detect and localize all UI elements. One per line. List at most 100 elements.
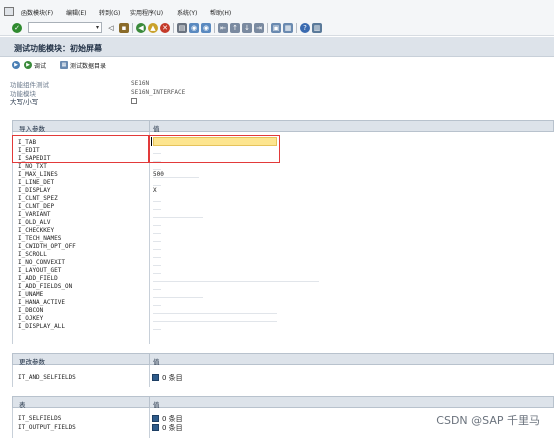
save-icon[interactable]: ▪	[119, 23, 129, 33]
param-i-add-field: I_ADD_FIELD	[18, 275, 58, 282]
menu-goto[interactable]: 转到(G)	[99, 8, 120, 17]
menu-edit[interactable]: 编辑(E)	[66, 8, 86, 17]
back-icon[interactable]: ◀	[136, 23, 146, 33]
param-i-tech-names: I_TECH_NAMES	[18, 235, 62, 242]
column-divider	[149, 365, 150, 387]
title-bar: 测试功能模块：初始屏幕	[0, 37, 554, 57]
menu-system[interactable]: 系统(Y)	[177, 8, 197, 17]
new-session-icon[interactable]: ▣	[271, 23, 281, 33]
toolbar-separator	[173, 23, 174, 33]
i-dbcon-input[interactable]	[153, 307, 277, 314]
shortcut-icon[interactable]: ▦	[283, 23, 293, 33]
param-i-scroll: I_SCROLL	[18, 251, 47, 258]
test-data-directory-button[interactable]: ▦ 测试数据目录	[60, 60, 106, 70]
application-toolbar: ▶ ▶ 调试 ▦ 测试数据目录	[0, 57, 554, 73]
param-i-line-det: I_LINE_DET	[18, 179, 55, 186]
column-divider	[149, 408, 150, 438]
i-tech-names-input[interactable]	[153, 235, 161, 242]
test-data-label: 测试数据目录	[70, 62, 107, 70]
param-i-variant: I_VARIANT	[18, 211, 51, 218]
debug-button[interactable]: ▶ 调试	[24, 60, 46, 70]
menu-utilities[interactable]: 实用程序(U)	[130, 8, 163, 17]
enter-check-icon[interactable]: ✓	[12, 23, 22, 33]
i-display-value[interactable]: X	[153, 187, 157, 195]
param-it-output-fields: IT_OUTPUT_FIELDS	[18, 424, 76, 431]
param-i-no-convexit: I_NO_CONVEXIT	[18, 259, 65, 266]
i-scroll-input[interactable]	[153, 251, 161, 258]
execute-button[interactable]: ▶	[12, 60, 22, 70]
watermark: CSDN @SAP 千里马	[436, 414, 540, 427]
execute-icon: ▶	[12, 61, 20, 69]
param-i-checkkey: I_CHECKKEY	[18, 227, 55, 234]
test-env-value: SE16N	[131, 80, 150, 87]
i-variant-input[interactable]	[153, 211, 203, 218]
next-page-icon[interactable]: ↓	[242, 23, 252, 33]
param-i-no-txt: I_NO_TXT	[18, 163, 47, 170]
first-page-icon[interactable]: ⇤	[218, 23, 228, 33]
i-clnt-dep-input[interactable]	[153, 203, 161, 210]
it-output-fields-entries[interactable]: 0 条目	[152, 423, 183, 432]
find-next-icon[interactable]: ◉	[201, 23, 211, 33]
help-icon[interactable]: ?	[300, 23, 310, 33]
param-i-clnt-spez: I_CLNT_SPEZ	[18, 195, 58, 202]
param-i-layout-get: I_LAYOUT_GET	[18, 267, 62, 274]
i-line-det-input[interactable]	[153, 179, 161, 186]
menu-help[interactable]: 帮助(H)	[210, 8, 231, 17]
cancel-icon[interactable]: ✕	[160, 23, 170, 33]
param-i-uname: I_UNAME	[18, 291, 44, 298]
entries-count: 0 条目	[162, 423, 183, 432]
i-ojkey-input[interactable]	[153, 315, 277, 322]
last-page-icon[interactable]: ⇥	[254, 23, 264, 33]
table-grid-icon	[152, 415, 159, 422]
param-it-and-selfields: IT_AND_SELFIELDS	[18, 374, 76, 381]
changing-params-header: 更改参数 值	[12, 353, 554, 366]
i-old-alv-input[interactable]	[153, 219, 161, 226]
table-grid-icon	[152, 374, 159, 381]
i-checkkey-input[interactable]	[153, 227, 161, 234]
previous-page-icon[interactable]: ↑	[230, 23, 240, 33]
layout-menu-icon[interactable]: ▥	[312, 23, 322, 33]
i-display-all-input[interactable]	[153, 323, 161, 330]
column-divider	[149, 397, 150, 407]
param-i-old-alv: I_OLD_ALV	[18, 219, 51, 226]
toolbar-separator	[214, 23, 215, 33]
i-add-field-input[interactable]	[153, 275, 319, 282]
i-cwidth-opt-off-input[interactable]	[153, 243, 161, 250]
test-data-icon: ▦	[60, 61, 68, 69]
debug-label: 调试	[34, 62, 47, 70]
highlight-value-box	[149, 135, 280, 163]
import-params-body	[12, 132, 554, 344]
window-menu-icon[interactable]	[4, 7, 14, 16]
command-field[interactable]	[28, 22, 102, 33]
print-icon[interactable]: ▤	[177, 23, 187, 33]
toolbar-separator	[267, 23, 268, 33]
function-module-value: SE16N_INTERFACE	[131, 89, 186, 96]
i-no-txt-input[interactable]	[153, 163, 161, 170]
i-hana-active-input[interactable]	[153, 299, 161, 306]
param-i-ojkey: I_OJKEY	[18, 315, 44, 322]
i-uname-input[interactable]	[153, 291, 203, 298]
param-i-add-fields-on: I_ADD_FIELDS_ON	[18, 283, 73, 290]
tables-header: 表 值	[12, 396, 554, 409]
uppercase-lowercase-checkbox[interactable]	[131, 98, 137, 104]
i-add-fields-on-input[interactable]	[153, 283, 161, 290]
table-grid-icon	[152, 424, 159, 431]
debug-icon: ▶	[24, 61, 32, 69]
exit-icon[interactable]: ▲	[148, 23, 158, 33]
param-i-max-lines: I_MAX_LINES	[18, 171, 58, 178]
chevron-down-icon[interactable]: ▾	[93, 22, 102, 33]
entries-count: 0 条目	[162, 373, 183, 382]
i-no-convexit-input[interactable]	[153, 259, 161, 266]
column-divider	[149, 121, 150, 131]
standard-toolbar: ✓ ▾ ◁ ▪ ◀ ▲ ✕ ▤ ◉ ◉ ⇤ ↑ ↓ ⇥ ▣ ▦ ? ▥	[0, 20, 554, 36]
back-arrow-icon[interactable]: ◁	[106, 23, 116, 33]
find-icon[interactable]: ◉	[189, 23, 199, 33]
i-clnt-spez-input[interactable]	[153, 195, 161, 202]
import-params-header: 导入参数 值	[12, 120, 554, 133]
it-and-selfields-entries[interactable]: 0 条目	[152, 373, 183, 382]
param-i-display-all: I_DISPLAY_ALL	[18, 323, 65, 330]
i-layout-get-input[interactable]	[153, 267, 161, 274]
toolbar-separator	[296, 23, 297, 33]
highlight-params-box	[12, 135, 149, 163]
menu-function-module[interactable]: 函数模块(F)	[21, 8, 53, 17]
